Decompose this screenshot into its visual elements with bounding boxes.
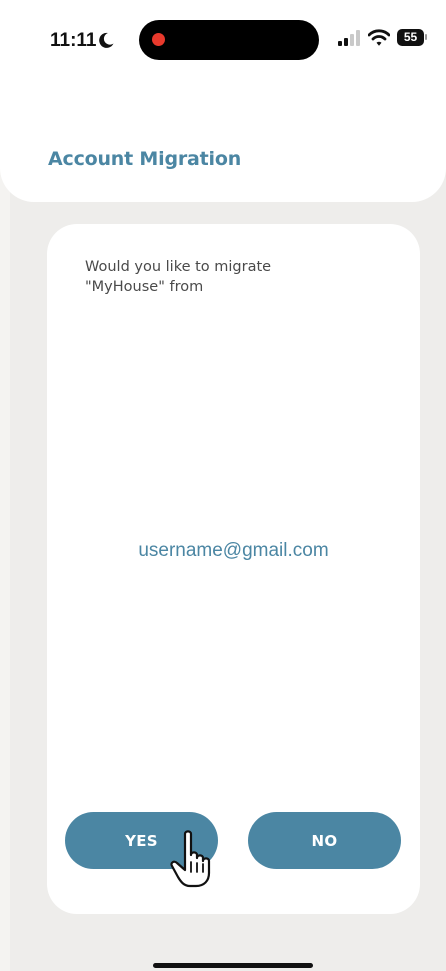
no-button[interactable]: NO bbox=[248, 812, 401, 869]
cellular-signal-icon bbox=[338, 30, 360, 46]
migration-prompt: Would you like to migrate "MyHouse" from bbox=[85, 257, 345, 297]
battery-tip bbox=[425, 34, 427, 40]
status-bar: 11:11 55 bbox=[0, 0, 446, 80]
migration-card bbox=[47, 224, 420, 914]
header-panel: 11:11 55 Account Migration bbox=[0, 0, 446, 202]
battery-icon: 55 bbox=[397, 29, 424, 46]
source-account-email: username@gmail.com bbox=[138, 540, 329, 561]
dynamic-island bbox=[139, 20, 319, 60]
page-title: Account Migration bbox=[48, 148, 242, 170]
status-time: 11:11 bbox=[50, 30, 97, 51]
app-screen: 11:11 55 Account Migration Would you lik… bbox=[0, 0, 446, 971]
recording-dot-icon bbox=[152, 33, 165, 46]
wifi-icon bbox=[368, 29, 390, 46]
prompt-line: "MyHouse" from bbox=[85, 279, 204, 295]
moon-icon bbox=[99, 32, 114, 48]
prompt-line: Would you like to migrate bbox=[85, 259, 272, 275]
hand-pointer-icon bbox=[170, 830, 211, 888]
home-indicator[interactable] bbox=[153, 963, 313, 968]
